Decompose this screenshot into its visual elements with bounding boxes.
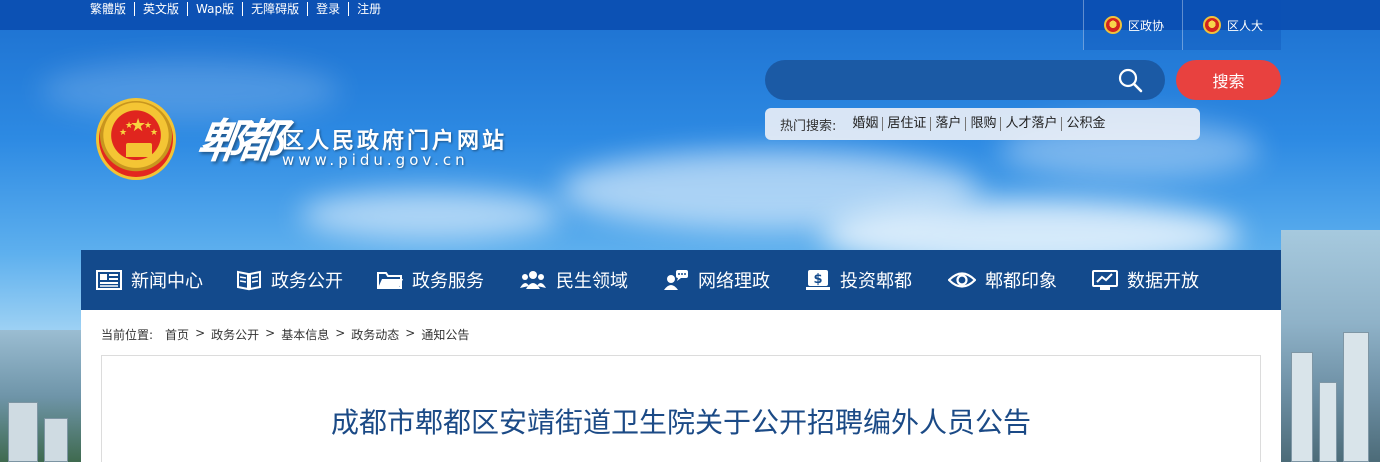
search-icon[interactable] [1117, 67, 1143, 93]
login-link[interactable]: 登录 [307, 2, 348, 16]
people-icon [520, 271, 546, 289]
search-input[interactable] [783, 66, 1113, 94]
organization-links: 区政协 区人大 [1083, 0, 1282, 50]
search-button[interactable]: 搜索 [1176, 60, 1281, 100]
nav-item-label: 政务公开 [271, 271, 343, 292]
nav-item-open-data[interactable]: 数据开放 [1092, 250, 1199, 310]
breadcrumb-separator: > [195, 326, 206, 340]
search-box [765, 60, 1165, 100]
nav-item-gov-affairs[interactable]: 政务公开 [236, 250, 343, 310]
dollar-icon: $ [806, 270, 830, 290]
chat-user-icon [664, 270, 688, 290]
cityscape-right [1281, 230, 1380, 462]
newspaper-icon [96, 270, 122, 290]
emblem-icon [1104, 16, 1122, 34]
breadcrumb-basic-info[interactable]: 基本信息 [281, 326, 329, 343]
breadcrumb-separator: > [405, 326, 416, 340]
nav-item-online-governance[interactable]: 网络理政 [663, 250, 770, 310]
book-icon [237, 270, 261, 291]
main-nav: 新闻中心 政务公开 政务服务 民生领域 网络理政 $ 投资郫都 郫都印象 数据开… [81, 250, 1281, 310]
hot-search-term[interactable]: 人才落户 [1000, 117, 1061, 131]
wap-link[interactable]: Wap版 [187, 2, 242, 16]
breadcrumb-separator: > [265, 326, 276, 340]
npc-link-label: 区人大 [1227, 18, 1264, 33]
emblem-icon [1203, 16, 1222, 34]
monitor-chart-icon [1092, 270, 1118, 290]
eye-icon [948, 272, 976, 288]
logo-url: www.pidu.gov.cn [282, 151, 469, 169]
cityscape-left [0, 330, 81, 462]
hot-search-term[interactable]: 限购 [965, 117, 1000, 131]
nav-item-invest[interactable]: $ 投资郫都 [805, 250, 912, 310]
nav-item-label: 投资郫都 [840, 271, 912, 292]
nav-item-label: 民生领域 [556, 271, 628, 292]
breadcrumb: 当前位置: 首页 > 政务公开 > 基本信息 > 政务动态 > 通知公告 [101, 326, 469, 343]
nav-item-livelihood[interactable]: 民生领域 [519, 250, 628, 310]
sky-cloud [40, 60, 340, 120]
top-links: 繁體版 英文版 Wap版 无障碍版 登录 注册 [90, 2, 389, 16]
nav-item-impression[interactable]: 郫都印象 [948, 250, 1057, 310]
nav-item-label: 郫都印象 [985, 271, 1057, 292]
hot-search-term[interactable]: 公积金 [1061, 117, 1109, 131]
national-emblem-icon: ★ ★ ★ ★ ★ [96, 98, 176, 180]
nav-item-label: 政务服务 [412, 271, 484, 292]
breadcrumb-separator: > [335, 326, 346, 340]
breadcrumb-gov-news[interactable]: 政务动态 [351, 326, 399, 343]
nav-item-label: 网络理政 [698, 271, 770, 292]
sky-cloud [300, 190, 560, 240]
content-area: 当前位置: 首页 > 政务公开 > 基本信息 > 政务动态 > 通知公告 成都市… [81, 310, 1281, 462]
svg-text:$: $ [813, 272, 822, 287]
folder-icon [377, 272, 403, 289]
hot-search-term[interactable]: 落户 [930, 117, 965, 131]
hot-search-term[interactable]: 婚姻 [848, 117, 882, 131]
site-logo[interactable]: 郫都 区人民政府门户网站 www.pidu.gov.cn [194, 105, 504, 171]
english-link[interactable]: 英文版 [134, 2, 187, 16]
article-panel: 成都市郫都区安靖街道卫生院关于公开招聘编外人员公告 [101, 355, 1261, 462]
accessibility-link[interactable]: 无障碍版 [242, 2, 307, 16]
hot-search-label: 热门搜索: [780, 118, 837, 134]
article-title: 成都市郫都区安靖街道卫生院关于公开招聘编外人员公告 [330, 406, 1031, 439]
nav-item-label: 新闻中心 [131, 271, 203, 292]
nav-item-news[interactable]: 新闻中心 [96, 250, 203, 310]
nav-item-label: 数据开放 [1127, 271, 1199, 292]
cppcc-link[interactable]: 区政协 [1083, 0, 1183, 50]
hot-search-bar: 热门搜索: 婚姻 居住证 落户 限购 人才落户 公积金 [765, 108, 1200, 140]
npc-link[interactable]: 区人大 [1182, 0, 1282, 50]
register-link[interactable]: 注册 [348, 2, 389, 16]
breadcrumb-label: 当前位置: [101, 328, 154, 342]
cppcc-link-label: 区政协 [1128, 18, 1165, 33]
nav-item-gov-services[interactable]: 政务服务 [377, 250, 484, 310]
traditional-chinese-link[interactable]: 繁體版 [90, 2, 134, 16]
breadcrumb-gov-affairs[interactable]: 政务公开 [211, 326, 259, 343]
breadcrumb-notices[interactable]: 通知公告 [421, 326, 469, 343]
hot-search-term[interactable]: 居住证 [882, 117, 930, 131]
logo-district-name: 郫都 [193, 114, 282, 168]
breadcrumb-home[interactable]: 首页 [165, 326, 189, 343]
